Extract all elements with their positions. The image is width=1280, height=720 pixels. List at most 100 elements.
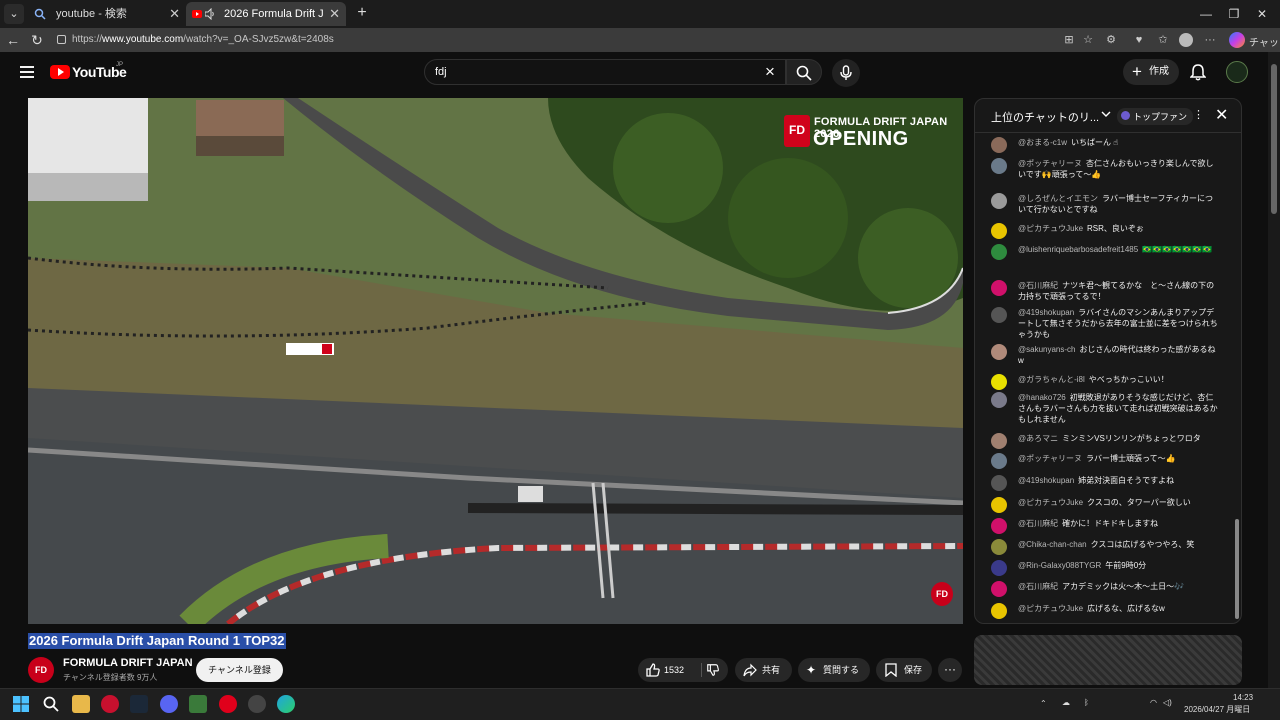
chat-message[interactable]: @sakunyans-ch おじさんの時代は終わった感があるねw [991,344,1219,366]
wifi-icon[interactable]: ◠ [1150,698,1157,707]
chat-author-avatar[interactable] [991,539,1007,555]
ask-button[interactable]: ✦ 質問する [798,658,870,682]
chat-author-name[interactable]: @あろマニ [1018,434,1058,443]
discord-icon[interactable] [160,695,178,713]
chat-author-name[interactable]: @sakunyans-ch [1018,345,1075,354]
chat-author-name[interactable]: @luishenriquebarbosadefreit1485 [1018,245,1138,254]
chat-message[interactable]: @ピカチュウJuke クスコの、タワーパー欲しい [991,497,1219,513]
chat-more-icon[interactable]: ⋮ [1193,108,1204,121]
save-button[interactable]: 保存 [876,658,932,682]
tab-actions-menu-button[interactable]: ⌄ [4,4,24,24]
menu-icon[interactable] [20,66,34,78]
chat-message[interactable]: @ポッチャリーヌ 杏仁さんおもいっきり楽しんで欲しいです🙌頑張って〜👍 [991,158,1219,180]
taskbar-search-icon[interactable] [42,695,60,713]
account-avatar[interactable] [1226,61,1248,83]
youtube-logo-icon[interactable] [50,65,70,79]
onedrive-icon[interactable]: ☁ [1062,698,1070,707]
chat-author-name[interactable]: @しろぜんとイエモン [1018,194,1098,203]
app-available-icon[interactable]: ⊞ [1061,32,1077,48]
tab-youtube-search[interactable]: youtube - 検索 ✕ [26,2,186,26]
chat-author-avatar[interactable] [991,307,1007,323]
chat-scrollbar[interactable] [1235,139,1239,619]
chat-author-name[interactable]: @石川麻紀 [1018,281,1058,290]
new-tab-button[interactable]: + [352,4,372,24]
create-button[interactable]: + 作成 [1123,59,1179,85]
channel-name[interactable]: FORMULA DRIFT JAPAN [63,657,193,669]
steam-icon[interactable] [130,695,148,713]
chat-author-avatar[interactable] [991,581,1007,597]
clear-search-icon[interactable]: × [761,63,779,81]
chat-author-name[interactable]: @Chika-chan-chan [1018,540,1087,549]
chat-message[interactable]: @419shokupan ラバイさんのマシンあんまりアップデートして無さそうだから… [991,307,1219,340]
top-fan-badge[interactable]: トップファン [1117,108,1194,125]
tab-video[interactable]: 2026 Formula Drift Japan Round ✕ [186,2,346,26]
minimize-icon[interactable]: — [1196,4,1216,24]
back-icon[interactable]: ← [3,30,23,50]
dislike-button-icon[interactable] [706,663,720,677]
chat-author-avatar[interactable] [991,475,1007,491]
chat-message[interactable]: @ポッチャリーヌ ラバー博士頑張って〜👍 [991,453,1219,469]
chat-message[interactable]: @hanako726 初戦敗退がありそうな感じだけど、杏仁さんもラバーさんも力を抜… [991,392,1219,425]
file-explorer-icon[interactable] [72,695,90,713]
audio-playing-icon[interactable] [205,8,215,20]
chat-author-avatar[interactable] [991,244,1007,260]
browser-essentials-icon[interactable]: ♥ [1131,32,1147,48]
search-input-value[interactable]: fdj [435,66,447,78]
chat-author-avatar[interactable] [991,344,1007,360]
chat-author-avatar[interactable] [991,137,1007,153]
chat-message[interactable]: @419shokupan 姉弟対決面白そうですよね [991,475,1219,491]
chat-message[interactable]: @おまる-c1w いちばーん ☝ [991,137,1219,153]
chat-author-name[interactable]: @ポッチャリーヌ [1018,159,1082,168]
extensions-icon[interactable]: ⚙ [1103,32,1119,48]
chat-message[interactable]: @石川麻紀 ナツキ君〜観てるかな と〜さん線の下の力持ちで頑張ってるで！ [991,280,1219,302]
chat-message[interactable]: @Chika-chan-chan クスコは広げるやつやろ、笑 [991,539,1219,555]
maximize-icon[interactable]: ❐ [1224,4,1244,24]
chat-author-name[interactable]: @419shokupan [1018,308,1074,317]
chat-author-name[interactable]: @ガラちゃんと-i8l [1018,375,1085,384]
chat-message[interactable]: @ピカチュウJuke 広げるな、広げるなw [991,603,1219,619]
chat-author-avatar[interactable] [991,158,1007,174]
chat-author-avatar[interactable] [991,560,1007,576]
chat-author-name[interactable]: @hanako726 [1018,393,1066,402]
chat-message[interactable]: @ガラちゃんと-i8l やべっちかっこいい！ [991,374,1219,390]
like-button-icon[interactable] [645,662,661,678]
vivaldi-icon[interactable] [101,695,119,713]
chat-author-avatar[interactable] [991,280,1007,296]
chat-author-avatar[interactable] [991,193,1007,209]
tab-close-icon[interactable]: ✕ [329,2,340,26]
windows-start-icon[interactable] [12,695,30,713]
chat-author-name[interactable]: @おまる-c1w [1018,138,1067,147]
chat-author-name[interactable]: @Rin-Galaxy088TYGR [1018,561,1101,570]
chat-author-name[interactable]: @石川麻紀 [1018,519,1058,528]
chat-author-name[interactable]: @石川麻紀 [1018,582,1058,591]
chat-author-avatar[interactable] [991,603,1007,619]
channel-watermark[interactable]: FD [931,582,953,606]
chat-author-name[interactable]: @ピカチュウJuke [1018,604,1083,613]
favorites-icon[interactable]: ✩ [1155,32,1171,48]
edge-icon[interactable] [277,695,295,713]
chat-message[interactable]: @あろマニ ミンミンVSリンリンがちょっとワロタ [991,433,1219,449]
chat-author-avatar[interactable] [991,453,1007,469]
favorite-star-icon[interactable]: ☆ [1080,32,1096,48]
chat-author-avatar[interactable] [991,433,1007,449]
clock-date[interactable]: 2026/04/27 月曜日 [1184,704,1250,715]
chat-message[interactable]: @ピカチュウJuke RSR、良いぞぉ [991,223,1219,239]
clock-time[interactable]: 14:23 [1233,693,1253,702]
share-button[interactable]: 共有 [735,658,792,682]
video-player[interactable]: FD FORMULA DRIFT JAPAN 2026 OPENING FD [28,98,963,624]
chat-message[interactable]: @Rin-Galaxy088TYGR 午前9時0分 [991,560,1219,576]
close-window-icon[interactable]: ✕ [1252,4,1272,24]
chat-message[interactable]: @luishenriquebarbosadefreit1485 🇧🇷🇧🇷🇧🇷🇧🇷🇧… [991,244,1219,260]
channel-avatar[interactable]: FD [28,657,54,683]
voice-search-button[interactable] [832,59,860,87]
subscribe-button[interactable]: チャンネル登録 [196,658,283,682]
chat-close-icon[interactable]: ✕ [1215,105,1228,125]
profile-icon[interactable] [1179,33,1193,47]
reload-icon[interactable]: ↻ [27,30,47,50]
chat-author-name[interactable]: @ピカチュウJuke [1018,224,1083,233]
bluetooth-icon[interactable]: ᛒ [1084,698,1089,707]
more-actions-button[interactable]: ··· [938,658,962,682]
chat-author-avatar[interactable] [991,497,1007,513]
chat-author-name[interactable]: @ポッチャリーヌ [1018,454,1082,463]
notifications-bell-icon[interactable] [1190,63,1206,81]
